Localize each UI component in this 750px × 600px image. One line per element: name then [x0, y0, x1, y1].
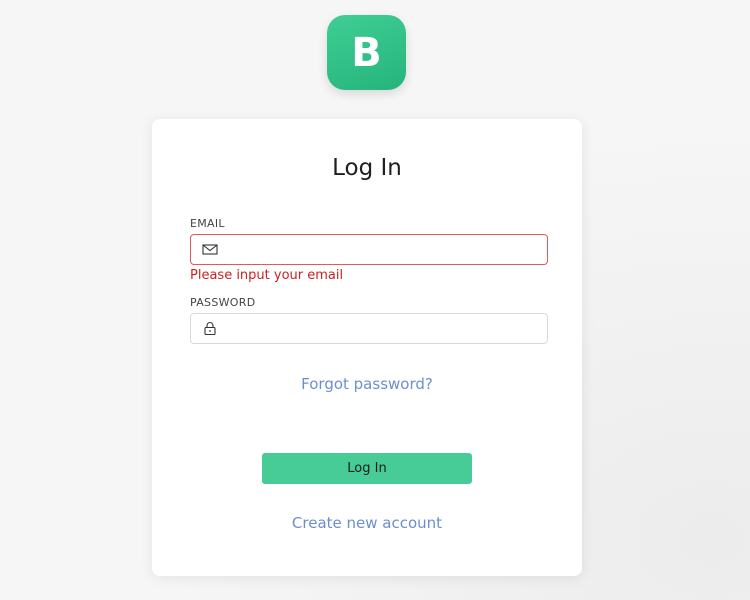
password-field[interactable] — [190, 313, 548, 344]
password-input[interactable] — [225, 316, 537, 340]
email-label: EMAIL — [190, 217, 225, 230]
create-account-link[interactable]: Create new account — [152, 514, 582, 532]
password-label: PASSWORD — [190, 296, 256, 309]
lock-icon — [204, 322, 216, 336]
login-card: Log In EMAIL Please input your email PAS… — [152, 119, 582, 576]
forgot-password-link[interactable]: Forgot password? — [152, 375, 582, 393]
email-error-message: Please input your email — [190, 268, 344, 283]
login-page: B Log In EMAIL Please input your email P… — [0, 0, 750, 600]
email-field[interactable] — [190, 234, 548, 265]
page-title: Log In — [332, 155, 402, 181]
mail-icon — [202, 244, 218, 255]
logo-letter: B — [351, 29, 382, 76]
email-input[interactable] — [225, 237, 537, 261]
app-logo: B — [327, 15, 406, 90]
login-button[interactable]: Log In — [262, 453, 472, 484]
